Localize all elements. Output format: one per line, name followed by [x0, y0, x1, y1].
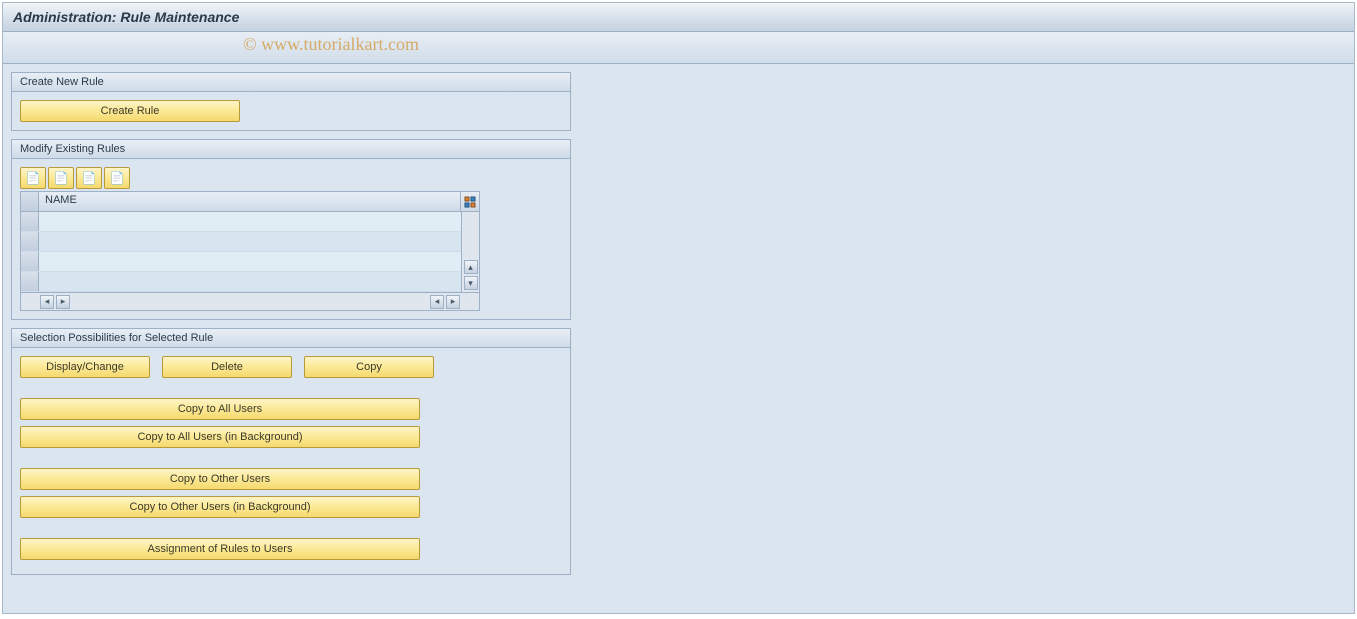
watermark-text: © www.tutorialkart.com — [243, 34, 419, 55]
toolbar-icon-4[interactable]: 📄 — [104, 167, 130, 189]
display-change-button[interactable]: Display/Change — [20, 356, 150, 378]
page-icon: 📄 — [54, 171, 69, 185]
grid-vertical-scrollbar[interactable]: ▴ ▾ — [461, 212, 479, 292]
application-toolbar: © www.tutorialkart.com — [3, 32, 1354, 64]
grid-corner — [21, 192, 39, 211]
create-new-rule-group: Create New Rule Create Rule — [11, 72, 571, 131]
page-icon: 📄 — [110, 171, 125, 185]
scroll-down-icon[interactable]: ▾ — [464, 276, 478, 290]
copy-button[interactable]: Copy — [304, 356, 434, 378]
selection-possibilities-title: Selection Possibilities for Selected Rul… — [12, 329, 570, 348]
page-title: Administration: Rule Maintenance — [3, 3, 1354, 32]
page-icon: 📄 — [26, 171, 41, 185]
copy-to-other-users-bg-button[interactable]: Copy to Other Users (in Background) — [20, 496, 420, 518]
scroll-right-icon[interactable]: ▸ — [446, 295, 460, 309]
copy-to-all-users-button[interactable]: Copy to All Users — [20, 398, 420, 420]
copy-to-all-users-bg-button[interactable]: Copy to All Users (in Background) — [20, 426, 420, 448]
scroll-up-icon[interactable]: ▴ — [464, 260, 478, 274]
table-row[interactable] — [21, 232, 461, 252]
delete-button[interactable]: Delete — [162, 356, 292, 378]
toolbar-icon-2[interactable]: 📄 — [48, 167, 74, 189]
selection-possibilities-group: Selection Possibilities for Selected Rul… — [11, 328, 571, 575]
copy-to-other-users-button[interactable]: Copy to Other Users — [20, 468, 420, 490]
toolbar-icon-1[interactable]: 📄 — [20, 167, 46, 189]
table-row[interactable] — [21, 272, 461, 292]
scroll-right-icon[interactable]: ▸ — [56, 295, 70, 309]
create-new-rule-title: Create New Rule — [12, 73, 570, 92]
scroll-left-icon[interactable]: ◂ — [40, 295, 54, 309]
modify-existing-rules-title: Modify Existing Rules — [12, 140, 570, 159]
table-row[interactable] — [21, 212, 461, 232]
create-rule-button[interactable]: Create Rule — [20, 100, 240, 122]
grid-column-name[interactable]: NAME — [39, 192, 461, 211]
toolbar-icon-3[interactable]: 📄 — [76, 167, 102, 189]
modify-existing-rules-group: Modify Existing Rules 📄 📄 📄 📄 NAME — [11, 139, 571, 320]
grid-settings-icon[interactable] — [461, 192, 479, 211]
assignment-of-rules-button[interactable]: Assignment of Rules to Users — [20, 538, 420, 560]
page-icon: 📄 — [82, 171, 97, 185]
table-row[interactable] — [21, 252, 461, 272]
grid-horizontal-scrollbar[interactable]: ◂ ▸ ◂ ▸ — [21, 292, 479, 310]
scroll-left-icon[interactable]: ◂ — [430, 295, 444, 309]
rules-grid: NAME — [20, 191, 480, 311]
